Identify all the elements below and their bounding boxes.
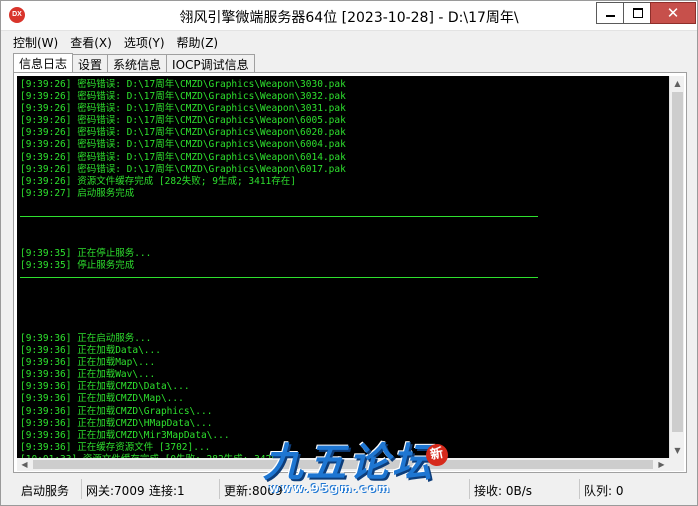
log-console[interactable]: [9:39:26] 密码错误: D:\17周年\CMZD\Graphics\We…: [17, 76, 669, 458]
status-service: 启动服务: [21, 484, 70, 498]
log-line: [9:39:26] 密码错误: D:\17周年\CMZD\Graphics\We…: [20, 151, 346, 163]
log-line: [9:39:36] 正在加载Map\...: [20, 357, 156, 369]
log-separator: [20, 216, 538, 217]
log-line: [9:39:36] 正在加载CMZD\HMapData\...: [20, 417, 213, 429]
app-window: DX 翎风引擎微端服务器64位 [2023-10-28] - D:\17周年\ …: [0, 0, 698, 506]
scroll-left-icon[interactable]: ◀: [17, 458, 32, 471]
menu-options[interactable]: 选项(Y): [124, 32, 165, 52]
log-line: [9:39:26] 密码错误: D:\17周年\CMZD\Graphics\We…: [20, 91, 346, 103]
status-queue: 队列: 0: [579, 479, 687, 499]
maximize-icon: [633, 8, 643, 18]
log-line: [9:39:35] 停止服务完成: [20, 260, 135, 272]
menu-help[interactable]: 帮助(Z): [177, 32, 219, 52]
log-line: [9:39:26] 密码错误: D:\17周年\CMZD\Graphics\We…: [20, 139, 346, 151]
log-separator: [20, 277, 538, 278]
log-line: [9:39:36] 正在加载CMZD\Data\...: [20, 381, 190, 393]
vertical-scroll-thumb[interactable]: [672, 92, 683, 432]
log-line: [9:39:26] 密码错误: D:\17周年\CMZD\Graphics\We…: [20, 103, 346, 115]
log-line: [9:39:26] 资源文件缓存完成 [282失败; 9生成; 3411存在]: [20, 175, 296, 187]
log-line: [9:39:26] 密码错误: D:\17周年\CMZD\Graphics\We…: [20, 127, 346, 139]
log-line: [9:39:36] 正在加载CMZD\Map\...: [20, 393, 184, 405]
tab-strip: 信息日志 设置 系统信息 IOCP调试信息: [13, 53, 255, 73]
tab-iocp-debug[interactable]: IOCP调试信息: [166, 54, 255, 72]
maximize-button[interactable]: [623, 2, 651, 24]
log-line: [9:39:36] 正在启动服务...: [20, 332, 152, 344]
log-line: [9:39:36] 正在加载Wav\...: [20, 369, 156, 381]
status-gateway: 网关:7009: [81, 479, 149, 499]
log-line: [9:39:36] 正在加载CMZD\Graphics\...: [20, 405, 213, 417]
scroll-right-icon[interactable]: ▶: [654, 458, 669, 471]
minimize-button[interactable]: [596, 2, 624, 24]
close-icon: ✕: [666, 4, 680, 22]
status-receive: 接收: 0B/s: [469, 479, 579, 499]
status-connections: 连接:1: [149, 484, 185, 498]
watermark-text: 九五论坛: [263, 440, 435, 486]
watermark-url: www.95gm.com: [269, 482, 392, 495]
vertical-scrollbar[interactable]: ▲ ▼: [669, 76, 684, 458]
log-line: [9:39:26] 密码错误: D:\17周年\CMZD\Graphics\We…: [20, 163, 346, 175]
tab-system-info[interactable]: 系统信息: [107, 54, 168, 72]
scrollbar-corner: [669, 458, 684, 471]
watermark-logo: 九五论坛 www.95gm.com: [263, 441, 453, 497]
menu-bar: 控制(W) 查看(X) 选项(Y) 帮助(Z): [1, 32, 697, 52]
log-line: [9:39:36] 正在加载Data\...: [20, 345, 161, 357]
log-panel: [9:39:26] 密码错误: D:\17周年\CMZD\Graphics\We…: [13, 72, 687, 473]
menu-view[interactable]: 查看(X): [70, 32, 112, 52]
window-controls: ✕: [596, 2, 696, 24]
tab-settings[interactable]: 设置: [72, 54, 109, 72]
close-button[interactable]: ✕: [650, 2, 696, 24]
log-text: [9:39:26] 密码错误: D:\17周年\CMZD\Graphics\We…: [20, 79, 346, 458]
scroll-up-icon[interactable]: ▲: [670, 76, 685, 91]
window-title: 翎风引擎微端服务器64位 [2023-10-28] - D:\17周年\: [179, 10, 519, 26]
tab-info-log[interactable]: 信息日志: [13, 53, 74, 73]
log-line: [9:39:26] 密码错误: D:\17周年\CMZD\Graphics\We…: [20, 115, 346, 127]
title-bar[interactable]: DX 翎风引擎微端服务器64位 [2023-10-28] - D:\17周年\ …: [1, 1, 697, 31]
log-line: [9:39:35] 正在停止服务...: [20, 248, 152, 260]
log-line: [9:39:27] 启动服务完成: [20, 187, 135, 199]
minimize-icon: [606, 15, 615, 17]
menu-control[interactable]: 控制(W): [13, 32, 58, 52]
log-line: [9:39:26] 密码错误: D:\17周年\CMZD\Graphics\We…: [20, 79, 346, 90]
scroll-down-icon[interactable]: ▼: [670, 443, 685, 458]
